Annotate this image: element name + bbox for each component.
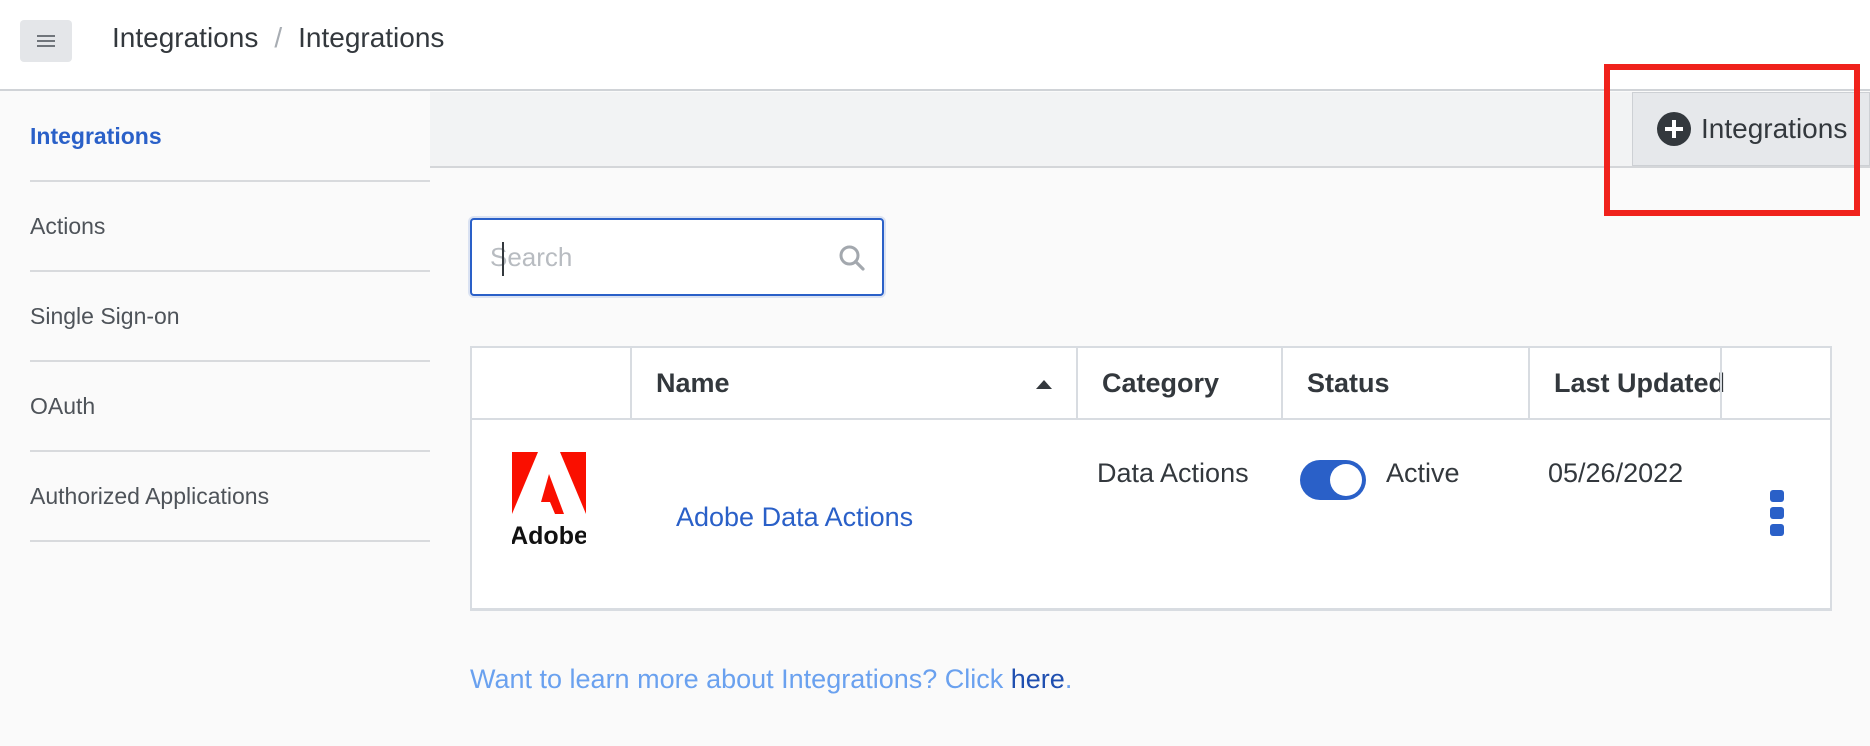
sort-ascending-icon bbox=[1036, 380, 1052, 389]
column-category[interactable]: Category bbox=[1076, 348, 1281, 418]
toolbar: Integrations bbox=[430, 92, 1870, 168]
integrations-table: Name Category Status Last Updated Adobe … bbox=[470, 346, 1832, 610]
svg-text:Adobe: Adobe bbox=[512, 522, 586, 548]
sidebar-item-oauth[interactable]: OAuth bbox=[30, 362, 430, 452]
sidebar-item-single-sign-on[interactable]: Single Sign-on bbox=[30, 272, 430, 362]
learn-more-text: Want to learn more about Integrations? C… bbox=[470, 664, 1011, 694]
breadcrumb-current: Integrations bbox=[298, 22, 445, 53]
sidebar-item-label: Single Sign-on bbox=[30, 302, 180, 329]
top-bar: Integrations / Integrations bbox=[0, 0, 1870, 91]
table-header: Name Category Status Last Updated bbox=[472, 348, 1830, 420]
text-cursor bbox=[502, 242, 504, 276]
hamburger-icon bbox=[37, 35, 55, 47]
column-actions bbox=[1720, 348, 1830, 418]
add-integration-label: Integrations bbox=[1701, 113, 1848, 144]
row-more-options-icon[interactable] bbox=[1770, 490, 1784, 536]
menu-button[interactable] bbox=[20, 20, 72, 62]
column-last-updated[interactable]: Last Updated bbox=[1528, 348, 1725, 418]
column-last-updated-label: Last Updated bbox=[1554, 367, 1726, 398]
integration-category: Data Actions bbox=[1097, 458, 1249, 488]
column-category-label: Category bbox=[1102, 367, 1220, 398]
sidebar-item-authorized-applications[interactable]: Authorized Applications bbox=[30, 452, 430, 542]
column-name[interactable]: Name bbox=[630, 348, 1076, 418]
column-logo bbox=[472, 348, 630, 418]
status-label: Active bbox=[1386, 458, 1460, 488]
sidebar-item-integrations[interactable]: Integrations bbox=[30, 92, 430, 182]
column-status[interactable]: Status bbox=[1281, 348, 1528, 418]
integration-name[interactable]: Adobe Data Actions bbox=[676, 502, 913, 532]
status-toggle[interactable] bbox=[1300, 460, 1366, 500]
breadcrumb-separator: / bbox=[274, 22, 283, 53]
search-input[interactable] bbox=[490, 234, 830, 280]
column-status-label: Status bbox=[1307, 367, 1390, 398]
sidebar-item-label: Actions bbox=[30, 212, 106, 239]
add-integration-button[interactable]: Integrations bbox=[1632, 92, 1870, 166]
adobe-logo: Adobe bbox=[512, 452, 586, 548]
sidebar: Integrations Actions Single Sign-on OAut… bbox=[30, 92, 430, 542]
last-updated-value: 05/26/2022 bbox=[1548, 458, 1684, 488]
integration-name-link[interactable]: Adobe Data Actions bbox=[676, 502, 913, 533]
learn-more-note: Want to learn more about Integrations? C… bbox=[470, 664, 1072, 695]
table-divider bbox=[470, 608, 1832, 611]
sidebar-item-label: OAuth bbox=[30, 392, 96, 419]
learn-more-suffix: . bbox=[1064, 664, 1073, 694]
sidebar-item-label: Authorized Applications bbox=[30, 482, 270, 509]
search-box[interactable] bbox=[470, 218, 884, 296]
column-name-label: Name bbox=[656, 367, 730, 398]
breadcrumb: Integrations / Integrations bbox=[112, 22, 444, 54]
search-icon[interactable] bbox=[838, 244, 866, 272]
learn-more-link[interactable]: here bbox=[1011, 664, 1065, 694]
sidebar-item-label: Integrations bbox=[30, 122, 162, 149]
breadcrumb-root[interactable]: Integrations bbox=[112, 22, 258, 54]
plus-circle-icon bbox=[1657, 112, 1691, 146]
sidebar-item-actions[interactable]: Actions bbox=[30, 182, 430, 272]
